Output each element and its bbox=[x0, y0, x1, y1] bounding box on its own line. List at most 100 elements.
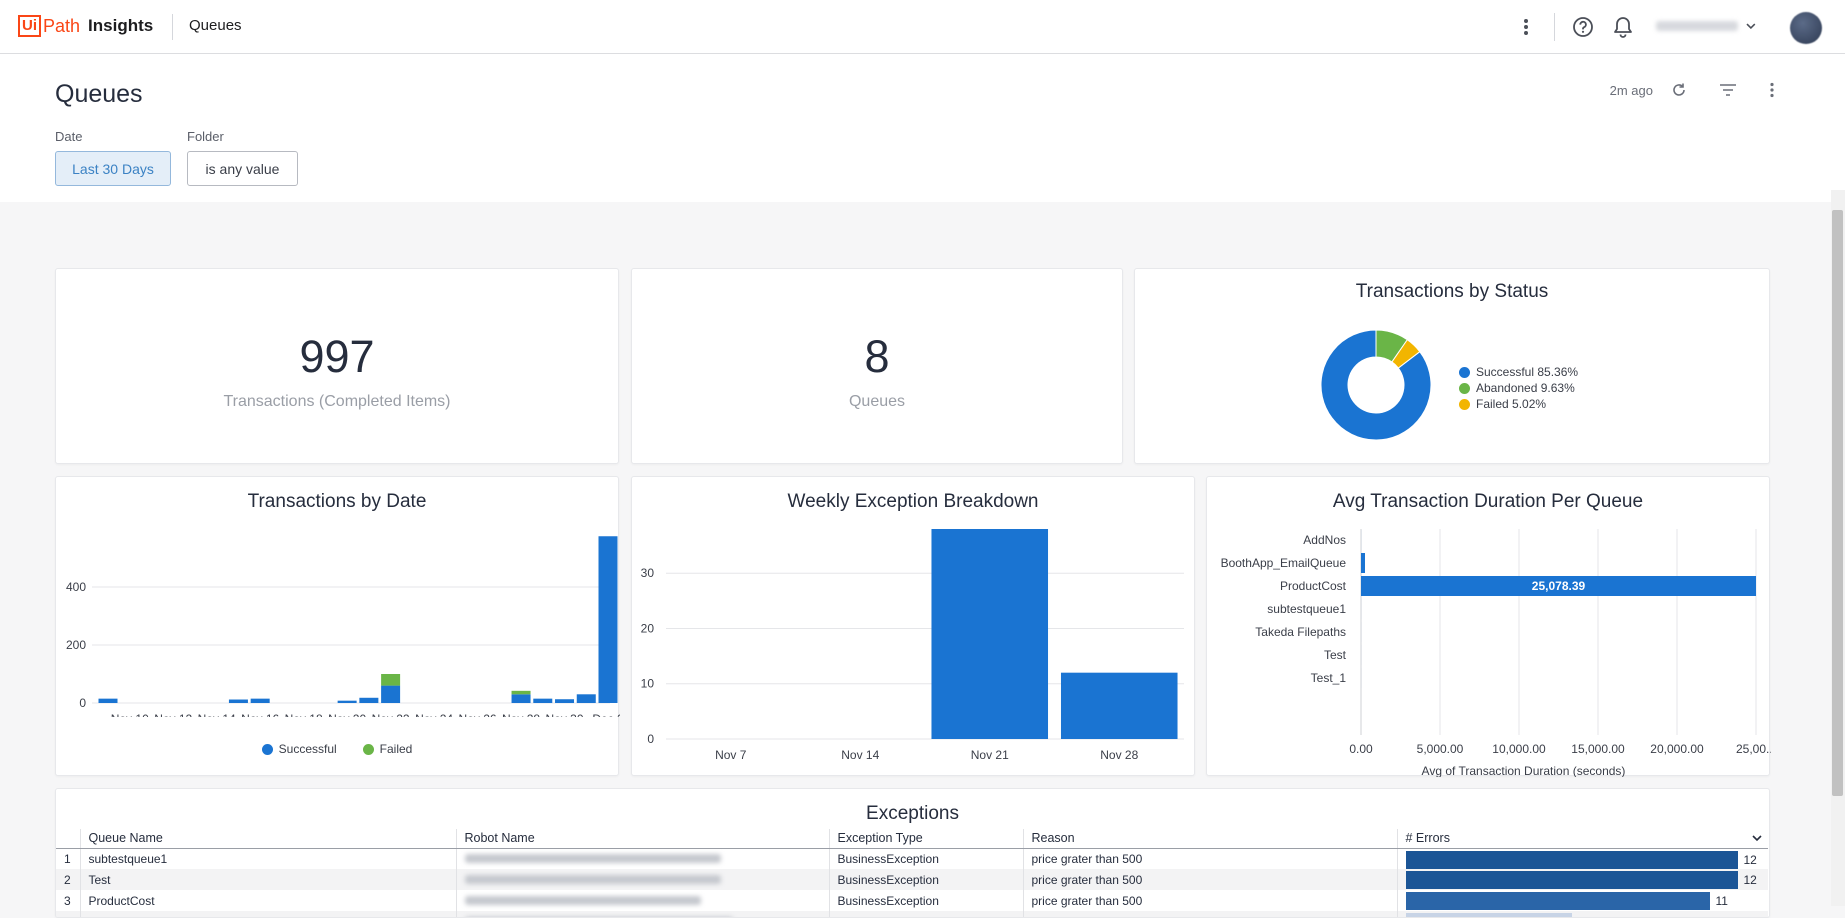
row-number-header bbox=[56, 829, 80, 848]
x-tick-label: Nov 12 bbox=[154, 712, 192, 717]
x-tick-label: Nov 22 bbox=[372, 712, 410, 717]
table-row[interactable]: 2TestBusinessExceptionprice grater than … bbox=[56, 869, 1768, 890]
errors-cell[interactable]: 11 bbox=[1397, 890, 1768, 911]
legend-dot bbox=[1459, 399, 1470, 410]
legend-label: Successful bbox=[279, 742, 337, 756]
logo-ui-mark: Ui bbox=[18, 15, 41, 37]
status-donut-chart[interactable] bbox=[1320, 329, 1432, 441]
legend-dot bbox=[1459, 367, 1470, 378]
filter-folder-label: Folder bbox=[187, 129, 224, 144]
x-tick-label: Nov 18 bbox=[285, 712, 323, 717]
table-row[interactable]: 3ProductCostBusinessExceptionprice grate… bbox=[56, 890, 1768, 911]
avatar[interactable] bbox=[1790, 12, 1822, 44]
legend-item-failed[interactable]: Failed bbox=[363, 741, 413, 757]
y-tick-label: subtestqueue1 bbox=[1267, 602, 1346, 616]
bar-successful bbox=[577, 694, 596, 703]
sort-desc-icon[interactable] bbox=[1752, 835, 1762, 842]
uipath-logo[interactable]: Ui Path Insights bbox=[18, 14, 153, 38]
column-header-errors[interactable]: # Errors bbox=[1397, 829, 1768, 848]
errors-cell[interactable]: 6 bbox=[1397, 911, 1768, 918]
exceptions-table: Queue Name Robot Name Exception Type Rea… bbox=[56, 829, 1768, 918]
column-header[interactable]: Reason bbox=[1023, 829, 1397, 848]
robot-name-cell bbox=[456, 869, 829, 890]
y-tick-label: AddNos bbox=[1303, 533, 1346, 547]
avg-duration-chart[interactable]: 0.005,000.0010,000.0015,000.0020,000.002… bbox=[1207, 517, 1771, 777]
exception-type-cell[interactable]: BusinessException bbox=[829, 848, 1023, 869]
queue-name-cell[interactable]: Test_1 bbox=[80, 911, 456, 918]
filter-folder-button[interactable]: is any value bbox=[187, 151, 298, 186]
bar bbox=[931, 529, 1048, 739]
filter-icon[interactable] bbox=[1719, 83, 1737, 97]
filter-date-label: Date bbox=[55, 129, 82, 144]
legend-item-abandoned[interactable]: Abandoned 9.63% bbox=[1459, 380, 1578, 396]
x-tick-label: Nov 14 bbox=[198, 712, 236, 717]
queue-name-cell[interactable]: subtestqueue1 bbox=[80, 848, 456, 869]
exception-type-cell[interactable]: BusinessException bbox=[829, 911, 1023, 918]
queue-name-cell[interactable]: Test bbox=[80, 869, 456, 890]
robot-name-redacted bbox=[465, 896, 701, 905]
tile-queues-count[interactable]: 8 Queues bbox=[631, 268, 1123, 464]
scrollbar-thumb[interactable] bbox=[1832, 210, 1843, 796]
x-axis-label: Avg of Transaction Duration (seconds) bbox=[1422, 764, 1626, 777]
logo-path-text: Path bbox=[43, 16, 80, 37]
exception-type-cell[interactable]: BusinessException bbox=[829, 869, 1023, 890]
legend-label: Successful 85.36% bbox=[1476, 365, 1578, 379]
x-tick-label: 25,00... bbox=[1736, 742, 1771, 756]
queue-name-cell[interactable]: ProductCost bbox=[80, 890, 456, 911]
x-tick-label: Nov 16 bbox=[241, 712, 279, 717]
x-tick-label: Nov 28 bbox=[502, 712, 540, 717]
legend-label: Failed bbox=[380, 742, 413, 756]
top-bar: Ui Path Insights Queues bbox=[0, 0, 1845, 54]
breadcrumb[interactable]: Queues bbox=[189, 17, 242, 34]
more-vertical-icon[interactable] bbox=[1513, 14, 1539, 40]
exception-type-cell[interactable]: BusinessException bbox=[829, 890, 1023, 911]
tile-transactions-by-status[interactable]: Transactions by Status Successful 85.36%… bbox=[1134, 268, 1770, 464]
legend-dot bbox=[262, 744, 273, 755]
bar-successful bbox=[99, 699, 118, 703]
data-label: 25,078.39 bbox=[1532, 579, 1586, 593]
tile-weekly-exception-breakdown[interactable]: Weekly Exception Breakdown 0102030Nov 7N… bbox=[631, 476, 1195, 776]
transactions-by-date-chart[interactable]: 0200400Nov 10Nov 12Nov 14Nov 16Nov 18Nov… bbox=[56, 517, 620, 717]
notifications-bell-icon[interactable] bbox=[1610, 14, 1636, 40]
transactions-count-value: 997 bbox=[56, 331, 618, 383]
tile-exceptions[interactable]: Exceptions Queue Name Robot Name Excepti… bbox=[55, 788, 1770, 918]
legend-item-successful[interactable]: Successful 85.36% bbox=[1459, 364, 1578, 380]
column-header[interactable]: Queue Name bbox=[80, 829, 456, 848]
table-header-row: Queue Name Robot Name Exception Type Rea… bbox=[56, 829, 1768, 848]
bar-successful bbox=[533, 699, 552, 703]
y-tick-label: 200 bbox=[66, 638, 86, 652]
table-row[interactable]: 1subtestqueue1BusinessExceptionprice gra… bbox=[56, 848, 1768, 869]
refresh-icon[interactable] bbox=[1671, 82, 1687, 98]
column-header[interactable]: Exception Type bbox=[829, 829, 1023, 848]
reason-cell[interactable]: price grater than 500 bbox=[1023, 890, 1397, 911]
robot-name-redacted bbox=[465, 875, 721, 884]
x-tick-label: Nov 30 bbox=[546, 712, 584, 717]
y-tick-label: 400 bbox=[66, 580, 86, 594]
reason-cell[interactable]: price grater than 500 bbox=[1023, 869, 1397, 890]
chart-title: Transactions by Status bbox=[1135, 281, 1769, 303]
weekly-exception-chart[interactable]: 0102030Nov 7Nov 14Nov 21Nov 28 bbox=[632, 517, 1196, 777]
bar-successful bbox=[381, 686, 400, 703]
errors-bar bbox=[1406, 851, 1738, 869]
legend-item-failed[interactable]: Failed 5.02% bbox=[1459, 396, 1578, 412]
filter-date-button[interactable]: Last 30 Days bbox=[55, 151, 171, 186]
table-row[interactable]: 4Test_1BusinessExceptionprice grater tha… bbox=[56, 911, 1768, 918]
reason-cell[interactable]: price grater than 500 bbox=[1023, 911, 1397, 918]
y-tick-label: 30 bbox=[641, 566, 655, 580]
column-header[interactable]: Robot Name bbox=[456, 829, 829, 848]
help-icon[interactable] bbox=[1570, 14, 1596, 40]
tile-avg-transaction-duration[interactable]: Avg Transaction Duration Per Queue 0.005… bbox=[1206, 476, 1770, 776]
robot-name-cell bbox=[456, 890, 829, 911]
legend-item-successful[interactable]: Successful bbox=[262, 741, 337, 757]
y-tick-label: 0 bbox=[79, 696, 86, 710]
tile-transactions-count[interactable]: 997 Transactions (Completed Items) bbox=[55, 268, 619, 464]
user-menu[interactable] bbox=[1656, 16, 1756, 36]
y-tick-label: 20 bbox=[641, 621, 655, 635]
errors-cell[interactable]: 12 bbox=[1397, 869, 1768, 890]
tile-transactions-by-date[interactable]: Transactions by Date 0200400Nov 10Nov 12… bbox=[55, 476, 619, 776]
last-refreshed-text: 2m ago bbox=[1610, 83, 1653, 98]
logo-product-name: Insights bbox=[88, 16, 153, 36]
reason-cell[interactable]: price grater than 500 bbox=[1023, 848, 1397, 869]
errors-cell[interactable]: 12 bbox=[1397, 848, 1768, 869]
dashboard-more-icon[interactable] bbox=[1769, 82, 1775, 98]
